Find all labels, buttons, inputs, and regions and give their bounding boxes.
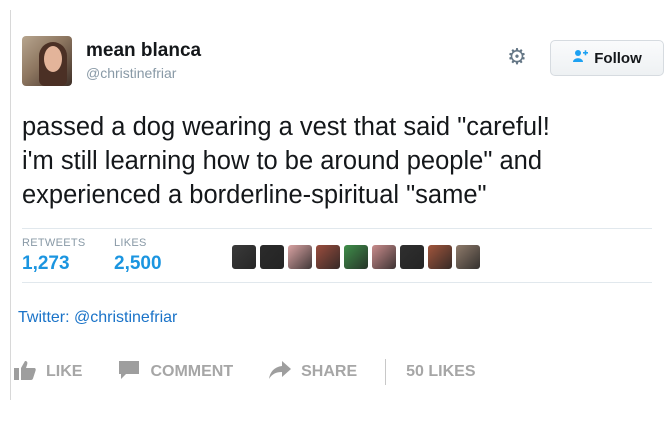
retweets-count[interactable]: 1,273 (22, 253, 70, 275)
liker-avatars (232, 241, 480, 273)
add-user-icon (572, 49, 589, 67)
tweet-card: mean blanca @christinefriar ⚙ Follow pas… (10, 18, 664, 288)
tweet-text-line: passed a dog wearing a vest that said "c… (22, 113, 550, 141)
likes-label: LIKES (114, 237, 147, 249)
follow-button[interactable]: Follow (550, 40, 664, 76)
share-arrow-icon (269, 360, 292, 384)
comment-bubble-icon (118, 360, 140, 385)
tweet-text-line: experienced a borderline-spiritual "same… (22, 181, 487, 209)
avatar-face (44, 46, 62, 72)
liker-avatar[interactable] (316, 245, 340, 269)
comment-button[interactable]: COMMENT (118, 360, 233, 385)
follow-label: Follow (594, 49, 642, 67)
gear-icon[interactable]: ⚙ (506, 46, 528, 68)
action-bar: LIKE COMMENT SHARE 50 LIKES (14, 359, 511, 385)
liker-avatar[interactable] (260, 245, 284, 269)
action-divider (385, 359, 387, 385)
likes-total-label: 50 LIKES (406, 363, 476, 380)
liker-avatar[interactable] (400, 245, 424, 269)
tweet-text: passed a dog wearing a vest that said "c… (22, 110, 652, 212)
liker-avatar[interactable] (428, 245, 452, 269)
stats-divider-bottom (22, 282, 652, 283)
liker-avatar[interactable] (456, 245, 480, 269)
thumbs-up-icon (14, 360, 36, 385)
retweets-label: RETWEETS (22, 237, 86, 249)
stats-divider-top (22, 228, 652, 229)
like-label: LIKE (46, 363, 83, 380)
likes-count[interactable]: 2,500 (114, 253, 162, 275)
source-credit[interactable]: Twitter: @christinefriar (18, 309, 177, 327)
tweet-text-line: i'm still learning how to be around peop… (22, 147, 542, 175)
liker-avatar[interactable] (232, 245, 256, 269)
liker-avatar[interactable] (288, 245, 312, 269)
user-handle[interactable]: @christinefriar (86, 65, 176, 81)
liker-avatar[interactable] (372, 245, 396, 269)
likes-total[interactable]: 50 LIKES (406, 363, 475, 381)
comment-label: COMMENT (150, 363, 234, 380)
avatar[interactable] (22, 36, 72, 86)
share-label: SHARE (301, 363, 358, 380)
share-button[interactable]: SHARE (269, 360, 358, 384)
display-name[interactable]: mean blanca (86, 40, 201, 62)
liker-avatar[interactable] (344, 245, 368, 269)
like-button[interactable]: LIKE (14, 360, 82, 385)
